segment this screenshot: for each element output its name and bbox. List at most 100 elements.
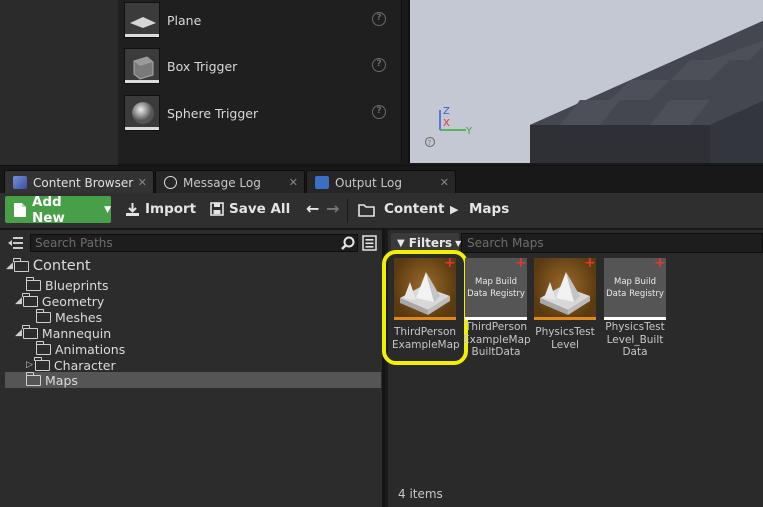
place-item-plane[interactable]: Plane ? (124, 0, 394, 40)
add-new-button[interactable]: Add New ▼ (5, 193, 111, 226)
folder-icon (358, 204, 375, 217)
new-asset-plus-icon: + (515, 258, 527, 271)
registry-thumbnail: Map Build Data Registry + (465, 258, 527, 320)
folder-icon (35, 340, 51, 355)
asset-tile-thirdperson-examplemap[interactable]: + ThirdPerson ExampleMap (382, 250, 468, 365)
item-count: 4 items (398, 487, 443, 501)
asset-tile-physicstest-level-builtdata[interactable]: Map Build Data Registry + PhysicsTest Le… (602, 258, 668, 359)
search-paths-input[interactable]: Search Paths (30, 234, 358, 252)
axis-y-label: Y (465, 126, 473, 137)
save-icon (210, 202, 224, 216)
tree-item-maps[interactable]: Maps (25, 371, 78, 388)
breadcrumb-separator-icon[interactable]: ▶ (450, 203, 458, 216)
help-icon[interactable]: ? (372, 12, 386, 26)
tree-item-blueprints[interactable]: Blueprints (25, 276, 109, 293)
import-button[interactable]: Import (125, 201, 196, 217)
left-panel-background (0, 0, 118, 165)
folder-icon (22, 292, 38, 307)
content-browser-icon (13, 176, 27, 189)
place-actors-panel: Plane ? Box Trigger ? Sphere Trigger ? (118, 0, 402, 163)
highlight-ring (382, 250, 468, 365)
output-log-icon (315, 176, 329, 189)
help-icon[interactable]: ? (372, 105, 386, 119)
breadcrumb-content[interactable]: Content (384, 201, 444, 217)
save-all-button[interactable]: Save All (210, 201, 290, 217)
asset-tile-thirdperson-examplemap-builtdata[interactable]: Map Build Data Registry + ThirdPerson Ex… (463, 258, 531, 359)
toolbar-divider (347, 199, 348, 223)
asset-tile-physicstest-level[interactable]: + PhysicsTest Level (532, 258, 598, 351)
search-icon[interactable] (341, 236, 356, 251)
back-arrow-icon[interactable]: ← (306, 199, 319, 218)
asset-label: PhysicsTest Level_Built Data (605, 321, 665, 358)
filter-icon: ▼ (397, 237, 405, 249)
axis-z-label: Z (443, 106, 450, 117)
folder-icon (22, 324, 38, 339)
tab-output-log[interactable]: Output Log ✕ (306, 170, 456, 194)
folder-icon (34, 356, 50, 371)
level-thumbnail: + (534, 258, 596, 320)
close-icon[interactable]: ✕ (289, 176, 298, 189)
tab-label: Message Log (183, 175, 261, 190)
place-item-sphere-trigger[interactable]: Sphere Trigger ? (124, 93, 394, 133)
expanded-arrow-icon[interactable]: ◢ (15, 328, 22, 338)
tree-item-label: Blueprints (45, 277, 109, 293)
tree-item-label: Character (53, 357, 116, 373)
axis-x-label: X (443, 118, 450, 129)
expanded-arrow-icon[interactable]: ◢ (6, 261, 13, 271)
content-browser-toolbar: Add New ▼ Import Save All ← → Content ▶ … (0, 193, 763, 229)
folder-tree-panel: Search Paths ◢ Content Blueprints ◢ Geom… (0, 230, 385, 507)
tree-item-mannequin[interactable]: ◢ Mannequin (15, 324, 112, 341)
close-icon[interactable]: ✕ (138, 176, 147, 189)
sphere-trigger-icon (124, 95, 160, 131)
place-item-label: Plane (167, 12, 202, 28)
tree-item-geometry[interactable]: ◢ Geometry (15, 292, 105, 309)
help-icon[interactable]: ? (372, 58, 386, 72)
collapsed-arrow-icon[interactable]: ▷ (26, 360, 33, 370)
add-new-label: Add New (31, 193, 65, 226)
close-icon[interactable]: ✕ (440, 176, 449, 189)
tree-item-content[interactable]: ◢ Content (6, 257, 91, 274)
tree-item-label: Meshes (55, 309, 103, 325)
folder-icon (13, 257, 29, 272)
registry-thumbnail: Map Build Data Registry + (604, 258, 666, 320)
tree-item-label: Maps (45, 372, 78, 388)
place-item-label: Box Trigger (167, 58, 238, 74)
expanded-arrow-icon[interactable]: ◢ (15, 296, 22, 306)
tree-item-label: Geometry (41, 293, 105, 309)
box-trigger-icon (124, 48, 160, 84)
save-all-label: Save All (229, 201, 291, 217)
tree-item-animations[interactable]: Animations (35, 340, 126, 357)
tab-label: Output Log (335, 175, 402, 190)
tree-toggle-icon[interactable] (8, 236, 24, 250)
tree-item-label: Content (32, 258, 91, 274)
tree-item-character[interactable]: ▷ Character (26, 356, 116, 373)
asset-label: PhysicsTest Level (535, 326, 595, 351)
breadcrumb-maps[interactable]: Maps (469, 201, 509, 217)
folder-icon (25, 276, 41, 291)
folder-icon (25, 371, 41, 386)
folder-icon (35, 308, 51, 323)
search-maps-input[interactable]: Search Maps (461, 233, 763, 253)
new-file-icon (14, 202, 26, 217)
svg-text:?: ? (428, 139, 432, 147)
place-item-box-trigger[interactable]: Box Trigger ? (124, 46, 394, 86)
tree-item-label: Animations (55, 341, 126, 357)
tab-strip: Content Browser ✕ Message Log ✕ Output L… (0, 165, 763, 194)
view-options-icon[interactable] (362, 235, 377, 251)
registry-thumbnail-text: Map Build Data Registry (606, 277, 664, 299)
new-asset-plus-icon: + (584, 258, 596, 271)
filters-label: Filters (408, 236, 453, 250)
message-log-icon (164, 176, 177, 189)
tab-message-log[interactable]: Message Log ✕ (155, 170, 305, 194)
tab-content-browser[interactable]: Content Browser ✕ (4, 170, 154, 194)
new-asset-plus-icon: + (654, 258, 666, 271)
tab-label: Content Browser (33, 175, 134, 190)
forward-arrow-icon[interactable]: → (326, 199, 339, 218)
chevron-down-icon: ▼ (104, 204, 111, 215)
asset-view-panel: ▼ Filters ▼ Search Maps + ThirdPerson Ex… (382, 230, 763, 507)
place-item-label: Sphere Trigger (167, 105, 259, 121)
tree-item-label: Mannequin (41, 325, 112, 341)
import-icon (126, 202, 139, 216)
tree-item-meshes[interactable]: Meshes (35, 308, 103, 325)
level-viewport[interactable]: Z X Y ? (408, 0, 763, 163)
